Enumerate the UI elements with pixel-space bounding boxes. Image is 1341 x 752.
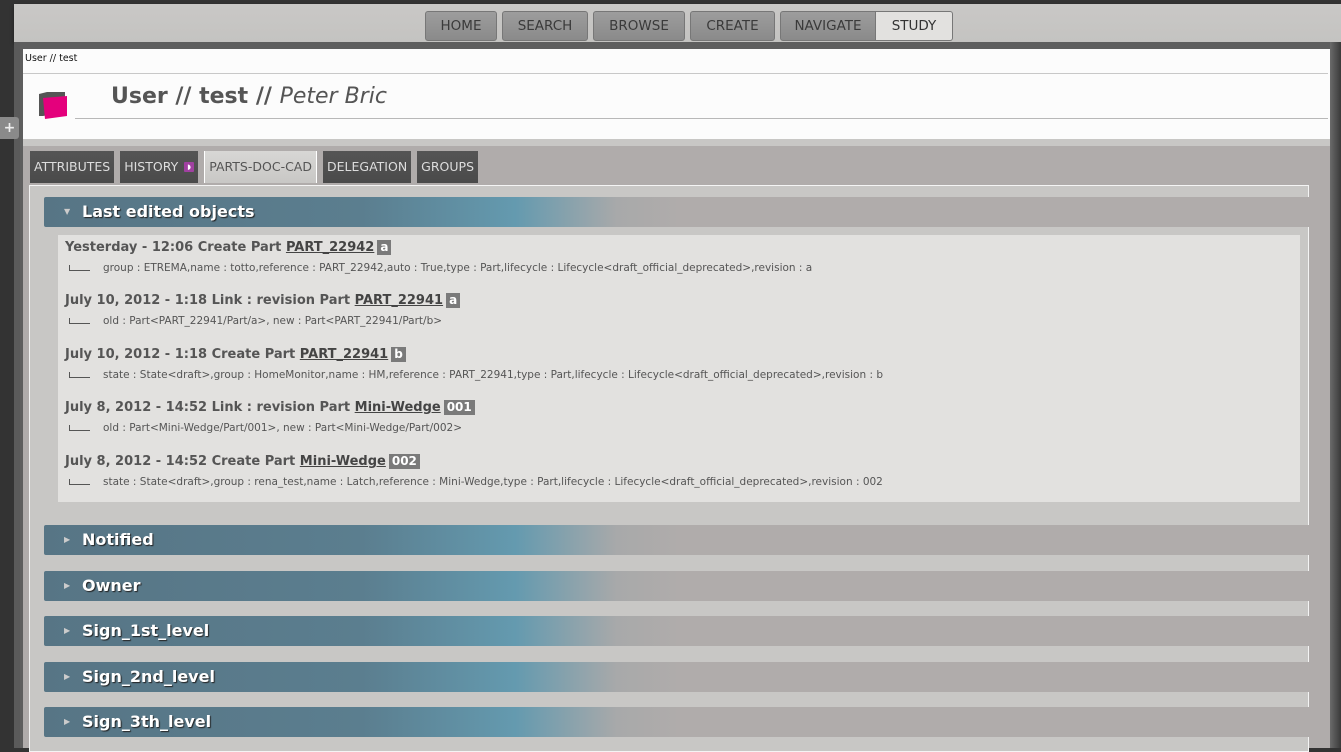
page-title-name: Peter Bric (279, 84, 387, 109)
section-header-last-edited[interactable]: ▼ Last edited objects (44, 197, 1317, 227)
divider (75, 118, 1328, 119)
history-entry: Yesterday - 12:06 Create Part PART_22942… (65, 240, 812, 274)
history-entry-detail: state : State<draft>,group : rena_test,n… (65, 476, 883, 488)
history-entry-detail: state : State<draft>,group : HomeMonitor… (65, 369, 883, 381)
tab-history[interactable]: HISTORY ◗ (120, 151, 199, 183)
revision-badge: b (391, 347, 406, 362)
history-entry-title: July 8, 2012 - 14:52 Link : revision Par… (65, 400, 475, 415)
right-scroll-edge (1330, 42, 1341, 748)
history-entry: July 8, 2012 - 14:52 Create Part Mini-We… (65, 454, 883, 488)
revision-badge: a (446, 293, 461, 308)
tree-branch-icon (69, 318, 90, 324)
tree-branch-icon (69, 372, 90, 378)
divider (23, 73, 1328, 74)
revision-badge: 001 (443, 400, 475, 415)
history-entry-title: July 10, 2012 - 1:18 Create Part PART_22… (65, 347, 883, 362)
collapsed-arrow-icon: ▶ (64, 626, 71, 635)
section-header-sign-2nd-level[interactable]: ▶ Sign_2nd_level (44, 662, 1317, 692)
section-label: Sign_2nd_level (82, 667, 215, 686)
history-entry: July 10, 2012 - 1:18 Link : revision Par… (65, 293, 461, 327)
tab-label: ATTRIBUTES (34, 159, 111, 174)
content-inner: ATTRIBUTES HISTORY ◗ PARTS-DOC-CAD DELEGA… (23, 146, 1330, 752)
history-entry-detail: group : ETREMA,name : totto,reference : … (65, 262, 812, 274)
nav-create-button[interactable]: CREATE (690, 11, 775, 41)
tree-branch-icon (69, 425, 90, 431)
tab-label: DELEGATION (327, 159, 408, 174)
collapsed-arrow-icon: ▶ (64, 535, 71, 544)
page-title: User // test // Peter Bric (111, 84, 387, 109)
part-link[interactable]: PART_22941 (355, 293, 443, 308)
detail-text: state : State<draft>,group : rena_test,n… (103, 476, 883, 488)
detail-text: old : Part<PART_22941/Part/a>, new : Par… (103, 315, 443, 327)
section-header-owner[interactable]: ▶ Owner (44, 571, 1317, 601)
history-entry-title: Yesterday - 12:06 Create Part PART_22942… (65, 240, 812, 255)
nav-home-button[interactable]: HOME (425, 11, 497, 41)
section-label: Sign_3th_level (82, 712, 212, 731)
page-title-prefix: User // test // (111, 84, 280, 109)
main-nav: HOME SEARCH BROWSE CREATE NAVIGATE STUDY (425, 11, 958, 41)
collapsed-arrow-icon: ▶ (64, 717, 71, 726)
revision-badge: 002 (388, 454, 420, 469)
history-entry-text: July 10, 2012 - 1:18 Link : revision Par… (65, 293, 355, 308)
page-container: User // test User // test // Peter Bric … (20, 42, 1330, 752)
content-area: ATTRIBUTES HISTORY ◗ PARTS-DOC-CAD DELEGA… (23, 139, 1330, 752)
history-entry: July 8, 2012 - 14:52 Link : revision Par… (65, 400, 475, 434)
tree-branch-icon (69, 479, 90, 485)
tab-attributes[interactable]: ATTRIBUTES (30, 151, 115, 183)
expanded-arrow-icon: ▼ (64, 207, 71, 216)
section-header-sign-3th-level[interactable]: ▶ Sign_3th_level (44, 707, 1317, 737)
history-entry-title: July 10, 2012 - 1:18 Link : revision Par… (65, 293, 461, 308)
detail-text: old : Part<Mini-Wedge/Part/001>, new : P… (103, 422, 463, 434)
nav-browse-button[interactable]: BROWSE (593, 11, 685, 41)
history-entry-title: July 8, 2012 - 14:52 Create Part Mini-We… (65, 454, 883, 469)
collapsed-arrow-icon: ▶ (64, 581, 71, 590)
history-entry: July 10, 2012 - 1:18 Create Part PART_22… (65, 347, 883, 381)
section-label: Notified (82, 530, 154, 549)
page-header: User // test User // test // Peter Bric (23, 49, 1330, 139)
history-entry-text: July 10, 2012 - 1:18 Create Part (65, 347, 300, 362)
revision-badge: a (377, 240, 392, 255)
tab-delegation[interactable]: DELEGATION (323, 151, 412, 183)
tab-parts-doc-cad[interactable]: PARTS-DOC-CAD (204, 151, 317, 183)
history-entry-text: Yesterday - 12:06 Create Part (65, 240, 286, 255)
section-header-notified[interactable]: ▶ Notified (44, 525, 1317, 555)
breadcrumb: User // test (25, 53, 78, 64)
rss-icon[interactable]: ◗ (184, 162, 195, 172)
top-navigation-bar: HOME SEARCH BROWSE CREATE NAVIGATE STUDY (14, 4, 1341, 42)
section-label: Owner (82, 576, 141, 595)
collapsed-arrow-icon: ▶ (64, 672, 71, 681)
detail-text: state : State<draft>,group : HomeMonitor… (103, 369, 883, 381)
tab-label: PARTS-DOC-CAD (209, 159, 312, 174)
history-entry-text: July 8, 2012 - 14:52 Create Part (65, 454, 300, 469)
object-type-logo-icon (39, 92, 67, 119)
object-tabs: ATTRIBUTES HISTORY ◗ PARTS-DOC-CAD DELEGA… (30, 151, 484, 183)
tree-branch-icon (69, 265, 90, 271)
section-label: Sign_1st_level (82, 621, 210, 640)
tab-label: HISTORY (124, 159, 179, 174)
section-header-sign-1st-level[interactable]: ▶ Sign_1st_level (44, 616, 1317, 646)
nav-search-button[interactable]: SEARCH (502, 11, 588, 41)
expand-sidebar-button[interactable]: + (0, 117, 19, 139)
part-link[interactable]: PART_22941 (300, 347, 388, 362)
tab-label: GROUPS (421, 159, 475, 174)
history-list: Yesterday - 12:06 Create Part PART_22942… (58, 235, 1300, 502)
part-link[interactable]: PART_22942 (286, 240, 374, 255)
tab-groups[interactable]: GROUPS (417, 151, 479, 183)
section-label: Last edited objects (82, 202, 255, 221)
history-entry-text: July 8, 2012 - 14:52 Link : revision Par… (65, 400, 355, 415)
nav-study-button[interactable]: STUDY (876, 11, 953, 41)
nav-navigate-button[interactable]: NAVIGATE (780, 11, 876, 41)
history-entry-detail: old : Part<Mini-Wedge/Part/001>, new : P… (65, 422, 475, 434)
detail-text: group : ETREMA,name : totto,reference : … (103, 262, 813, 274)
part-link[interactable]: Mini-Wedge (355, 400, 441, 415)
part-link[interactable]: Mini-Wedge (300, 454, 386, 469)
history-entry-detail: old : Part<PART_22941/Part/a>, new : Par… (65, 315, 460, 327)
tab-panel: ▼ Last edited objects Yesterday - 12:06 … (29, 185, 1317, 752)
